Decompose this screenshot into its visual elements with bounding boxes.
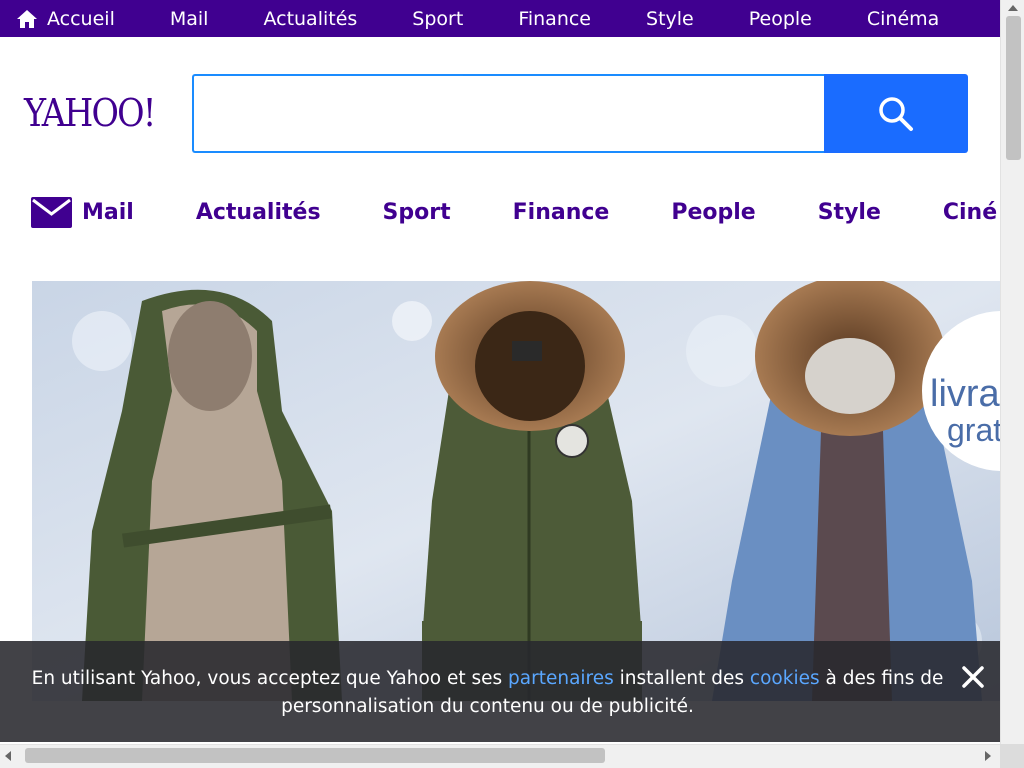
close-icon[interactable] xyxy=(960,664,986,690)
home-icon xyxy=(17,9,37,28)
mail-icon xyxy=(31,196,72,228)
topbar-item-mail[interactable]: Mail xyxy=(170,8,209,30)
advertisement-banner[interactable]: livra grat xyxy=(32,281,1000,701)
topbar-item-finance[interactable]: Finance xyxy=(518,8,591,30)
cookie-consent-banner: En utilisant Yahoo, vous acceptez que Ya… xyxy=(0,641,1000,742)
nav-item-cinema[interactable]: Ciné xyxy=(943,200,997,225)
nav-item-sport[interactable]: Sport xyxy=(383,200,451,225)
coat-olive-fur-hood xyxy=(422,281,642,701)
main-navigation: Mail Actualités Sport Finance People Sty… xyxy=(31,194,1000,230)
search-input[interactable] xyxy=(192,74,826,153)
partners-link[interactable]: partenaires xyxy=(508,668,614,689)
vertical-scrollbar[interactable] xyxy=(1000,0,1024,744)
nav-item-label: Mail xyxy=(82,199,134,225)
cookie-consent-text: En utilisant Yahoo, vous acceptez que Ya… xyxy=(0,665,975,721)
scrollbar-corner xyxy=(1000,744,1024,768)
scroll-up-icon[interactable] xyxy=(1008,5,1018,11)
ad-badge-line2: grat xyxy=(947,412,1000,448)
topbar-item-people[interactable]: People xyxy=(749,8,812,30)
nav-item-people[interactable]: People xyxy=(671,200,755,225)
topbar-item-label: Accueil xyxy=(47,7,115,30)
topbar-item-style[interactable]: Style xyxy=(646,8,694,30)
top-navigation-bar: Accueil Mail Actualités Sport Finance St… xyxy=(0,0,1000,37)
nav-item-mail[interactable]: Mail xyxy=(31,196,134,228)
search-button[interactable] xyxy=(824,74,968,153)
yahoo-logo[interactable]: YAHOO! xyxy=(24,91,156,135)
scroll-right-icon[interactable] xyxy=(985,751,991,761)
topbar-item-accueil[interactable]: Accueil xyxy=(16,8,115,30)
search-icon xyxy=(879,96,913,131)
horizontal-scrollbar-thumb[interactable] xyxy=(25,748,605,763)
cookie-text-middle: installent des xyxy=(613,668,750,689)
nav-item-finance[interactable]: Finance xyxy=(513,200,610,225)
topbar-item-cinema[interactable]: Cinéma xyxy=(867,8,939,30)
ad-image: livra grat xyxy=(32,281,1000,701)
nav-item-actualites[interactable]: Actualités xyxy=(196,200,321,225)
nav-item-style[interactable]: Style xyxy=(818,200,881,225)
topbar-item-sport[interactable]: Sport xyxy=(412,8,463,30)
scroll-left-icon[interactable] xyxy=(5,751,11,761)
horizontal-scrollbar[interactable] xyxy=(0,744,1000,768)
cookie-text-before: En utilisant Yahoo, vous acceptez que Ya… xyxy=(31,668,509,689)
cookies-link[interactable]: cookies xyxy=(750,668,820,689)
topbar-item-actualites[interactable]: Actualités xyxy=(263,8,357,30)
ad-badge-line1: livra xyxy=(930,373,1000,415)
vertical-scrollbar-thumb[interactable] xyxy=(1006,16,1021,160)
